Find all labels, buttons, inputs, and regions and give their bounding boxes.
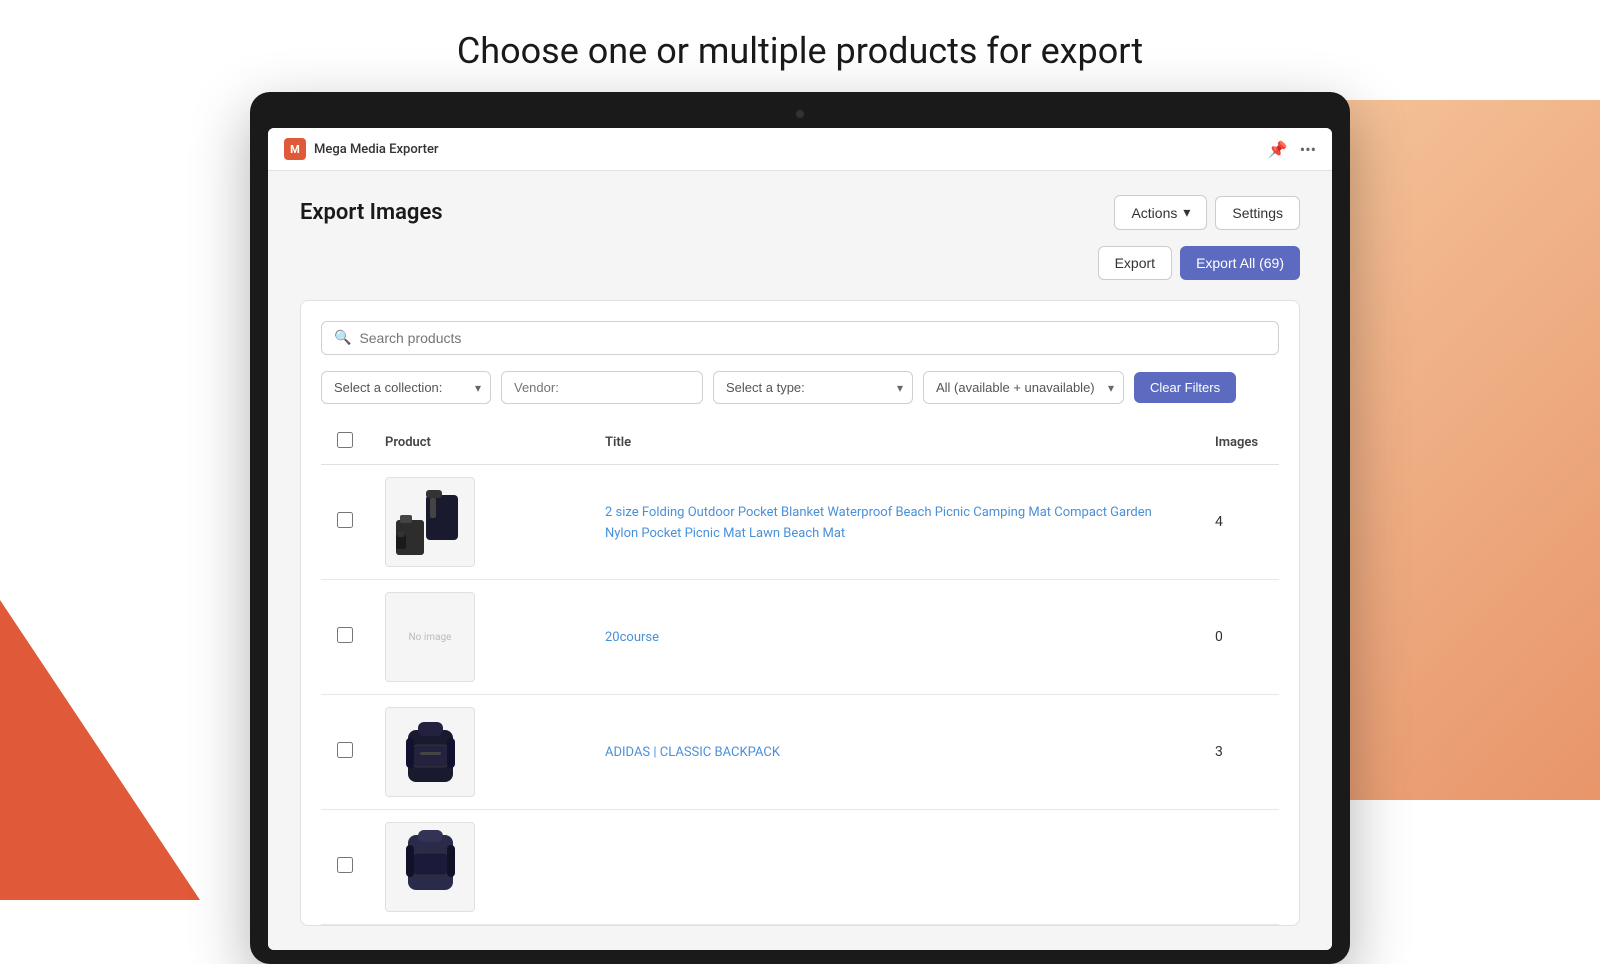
product-image-backpack2	[388, 825, 473, 910]
device-screen: M Mega Media Exporter 📌 ••• Export Image…	[268, 128, 1332, 950]
product-title-cell: 20course	[589, 580, 1199, 695]
app-name: Mega Media Exporter	[314, 142, 439, 157]
table-row: No image 20course 0	[321, 580, 1279, 695]
product-title-link[interactable]: 2 size Folding Outdoor Pocket Blanket Wa…	[605, 505, 1152, 542]
products-table: Product Title Images	[321, 420, 1279, 925]
product-image-cell	[369, 695, 589, 810]
images-count: 3	[1199, 695, 1279, 810]
table-row: ADIDAS | CLASSIC BACKPACK 3	[321, 695, 1279, 810]
row-checkbox-cell	[321, 465, 369, 580]
page-main-heading: Choose one or multiple products for expo…	[0, 0, 1600, 92]
filter-area: 🔍 Select a collection: Select a type: Al…	[300, 300, 1300, 926]
app-topbar: M Mega Media Exporter 📌 •••	[268, 128, 1332, 171]
row-checkbox-cell	[321, 695, 369, 810]
page-header-row: Export Images Actions ▾ Settings	[300, 195, 1300, 230]
availability-filter-wrapper: All (available + unavailable)Available o…	[923, 371, 1124, 404]
actions-chevron-icon: ▾	[1183, 204, 1190, 221]
filter-row: Select a collection: Select a type: All …	[321, 371, 1279, 420]
main-content: Export Images Actions ▾ Settings Export …	[268, 171, 1332, 950]
header-buttons: Actions ▾ Settings	[1114, 195, 1300, 230]
app-topbar-actions: 📌 •••	[1268, 140, 1316, 159]
page-title: Export Images	[300, 200, 443, 225]
product-image-wrap	[385, 707, 475, 797]
bg-triangle-decoration	[0, 600, 200, 900]
images-count: 4	[1199, 465, 1279, 580]
product-image-cell	[369, 810, 589, 925]
type-filter-wrapper: Select a type:	[713, 371, 913, 404]
export-buttons-row: Export Export All (69)	[300, 246, 1300, 280]
actions-button[interactable]: Actions ▾	[1114, 195, 1207, 230]
select-all-checkbox[interactable]	[337, 432, 353, 448]
th-images: Images	[1199, 420, 1279, 465]
app-logo-area: M Mega Media Exporter	[284, 138, 439, 160]
product-image-wrap	[385, 477, 475, 567]
table-header: Product Title Images	[321, 420, 1279, 465]
app-logo-icon: M	[284, 138, 306, 160]
product-title-cell: 2 size Folding Outdoor Pocket Blanket Wa…	[589, 465, 1199, 580]
collection-filter[interactable]: Select a collection:	[321, 371, 491, 404]
images-count: 0	[1199, 580, 1279, 695]
product-image-blanket	[388, 480, 473, 565]
settings-button[interactable]: Settings	[1215, 196, 1300, 230]
export-button[interactable]: Export	[1098, 246, 1172, 280]
row-checkbox[interactable]	[337, 627, 353, 643]
row-checkbox-cell	[321, 810, 369, 925]
row-checkbox-cell	[321, 580, 369, 695]
table-row	[321, 810, 1279, 925]
device-frame: M Mega Media Exporter 📌 ••• Export Image…	[250, 92, 1350, 964]
row-checkbox[interactable]	[337, 512, 353, 528]
row-checkbox[interactable]	[337, 857, 353, 873]
product-title-cell: ADIDAS | CLASSIC BACKPACK	[589, 695, 1199, 810]
availability-filter[interactable]: All (available + unavailable)Available o…	[923, 371, 1124, 404]
product-title-link[interactable]: ADIDAS | CLASSIC BACKPACK	[605, 745, 780, 760]
product-image-wrap	[385, 822, 475, 912]
search-row: 🔍	[321, 321, 1279, 355]
vendor-filter[interactable]	[501, 371, 703, 404]
product-image-backpack	[388, 710, 473, 795]
search-input[interactable]	[359, 330, 1266, 346]
collection-filter-wrapper: Select a collection:	[321, 371, 491, 404]
th-select-all	[321, 420, 369, 465]
type-filter[interactable]: Select a type:	[713, 371, 913, 404]
product-image-cell: No image	[369, 580, 589, 695]
search-icon: 🔍	[334, 330, 351, 346]
product-image-cell	[369, 465, 589, 580]
more-options-icon[interactable]: •••	[1300, 140, 1316, 159]
no-image-placeholder: No image	[385, 592, 475, 682]
images-count	[1199, 810, 1279, 925]
product-title-cell	[589, 810, 1199, 925]
th-title: Title	[589, 420, 1199, 465]
export-all-button[interactable]: Export All (69)	[1180, 246, 1300, 280]
table-row: 2 size Folding Outdoor Pocket Blanket Wa…	[321, 465, 1279, 580]
search-input-wrap: 🔍	[321, 321, 1279, 355]
device-camera	[796, 110, 804, 118]
pin-icon[interactable]: 📌	[1268, 140, 1288, 159]
clear-filters-button[interactable]: Clear Filters	[1134, 372, 1236, 403]
row-checkbox[interactable]	[337, 742, 353, 758]
product-title-link[interactable]: 20course	[605, 630, 659, 645]
th-product: Product	[369, 420, 589, 465]
